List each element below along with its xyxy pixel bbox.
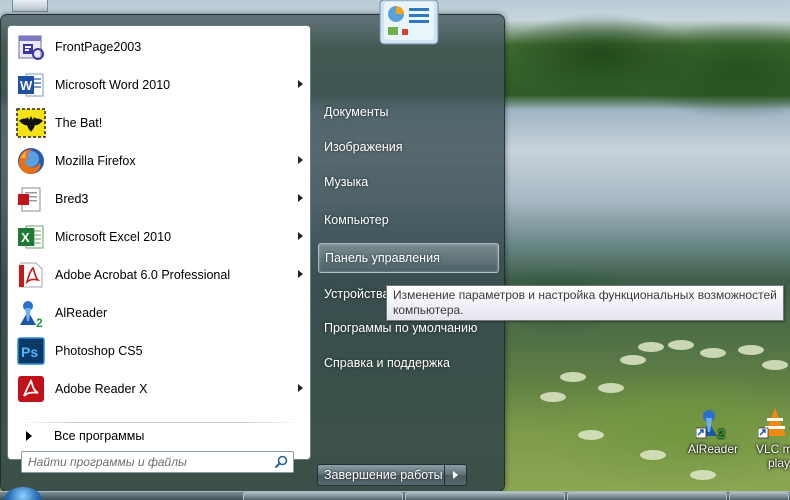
taskbar-button[interactable] <box>405 492 565 500</box>
desktop-icon-vlc[interactable]: VLC m play <box>752 406 790 470</box>
firefox-icon <box>15 145 47 177</box>
link-control-panel[interactable]: Панель управления <box>318 243 499 273</box>
submenu-arrow-icon[interactable] <box>298 156 303 164</box>
svg-text:2: 2 <box>718 427 725 440</box>
desktop-icon-label-line2: play <box>768 456 790 470</box>
program-frontpage[interactable]: FrontPage2003 <box>11 28 307 65</box>
taskbar-button[interactable] <box>243 492 403 500</box>
vlc-shortcut-icon <box>757 406 790 440</box>
desktop-icon-label: AlReader <box>687 442 739 456</box>
shutdown-label: Завершение работы <box>324 468 443 482</box>
acrobat-icon <box>15 259 47 291</box>
link-help-support[interactable]: Справка и поддержка <box>318 348 499 378</box>
program-bred3[interactable]: Bred3 <box>11 180 307 217</box>
link-label: Программы по умолчанию <box>324 321 478 335</box>
desktop-icon-label: VLC m <box>756 442 790 456</box>
taskbar-button[interactable] <box>729 492 789 500</box>
link-label: Музыка <box>324 175 369 189</box>
thebat-icon <box>15 107 47 139</box>
bred3-icon <box>15 183 47 215</box>
search-box[interactable] <box>21 451 294 473</box>
svg-text:X: X <box>21 230 30 245</box>
svg-text:W: W <box>20 78 33 93</box>
search-input[interactable] <box>28 453 273 471</box>
arrow-right-icon <box>26 431 32 441</box>
program-firefox[interactable]: Mozilla Firefox <box>11 142 307 179</box>
submenu-arrow-icon[interactable] <box>298 232 303 240</box>
word-icon: W <box>15 69 47 101</box>
submenu-arrow-icon[interactable] <box>298 384 303 392</box>
program-label: The Bat! <box>55 115 103 130</box>
frontpage-icon <box>15 31 47 63</box>
program-thebat[interactable]: The Bat! <box>11 104 307 141</box>
program-excel[interactable]: X Microsoft Excel 2010 <box>11 218 307 255</box>
link-label: Панель управления <box>325 251 440 265</box>
tooltip: Изменение параметров и настройка функцио… <box>386 285 784 321</box>
arrow-right-icon <box>453 471 458 479</box>
alreader-icon: 2 <box>15 297 47 329</box>
background-window-fragment <box>12 0 48 12</box>
shutdown-options-button[interactable] <box>445 464 467 486</box>
shutdown-button[interactable]: Завершение работы <box>317 464 445 486</box>
submenu-arrow-icon[interactable] <box>298 194 303 202</box>
svg-text:2: 2 <box>36 316 43 328</box>
program-acrobat[interactable]: Adobe Acrobat 6.0 Professional <box>11 256 307 293</box>
link-pictures[interactable]: Изображения <box>318 132 499 162</box>
program-label: Adobe Reader X <box>55 381 148 396</box>
program-alreader[interactable]: 2 AlReader <box>11 294 307 331</box>
program-label: Microsoft Word 2010 <box>55 77 171 92</box>
separator <box>18 422 302 423</box>
taskbar-button[interactable] <box>567 492 727 500</box>
all-programs-button[interactable]: Все программы <box>16 424 304 448</box>
link-label: Документы <box>324 105 389 119</box>
program-label: Photoshop CS5 <box>55 343 143 358</box>
program-label: Mozilla Firefox <box>55 153 136 168</box>
svg-text:Ps: Ps <box>21 344 38 360</box>
program-label: Adobe Acrobat 6.0 Professional <box>55 267 231 282</box>
adobe-reader-icon <box>15 373 47 405</box>
link-documents[interactable]: Документы <box>318 97 499 127</box>
submenu-arrow-icon[interactable] <box>298 80 303 88</box>
desktop-icon-alreader[interactable]: 2 AlReader <box>680 406 746 456</box>
link-label: Справка и поддержка <box>324 356 450 370</box>
tooltip-line: компьютера. <box>393 303 464 317</box>
link-label: Изображения <box>324 140 403 154</box>
programs-panel: FrontPage2003 W Microsoft Word 2010 The … <box>7 25 311 460</box>
search-icon[interactable] <box>274 455 288 469</box>
link-music[interactable]: Музыка <box>318 167 499 197</box>
start-menu: FrontPage2003 W Microsoft Word 2010 The … <box>0 14 505 492</box>
program-photoshop[interactable]: Ps Photoshop CS5 <box>11 332 307 369</box>
program-label: AlReader <box>55 305 108 320</box>
program-adobe-reader[interactable]: Adobe Reader X <box>11 370 307 407</box>
program-word[interactable]: W Microsoft Word 2010 <box>11 66 307 103</box>
program-label: Microsoft Excel 2010 <box>55 229 172 244</box>
control-panel-icon <box>378 0 442 48</box>
excel-icon: X <box>15 221 47 253</box>
submenu-arrow-icon[interactable] <box>298 270 303 278</box>
photoshop-icon: Ps <box>15 335 47 367</box>
link-label: Компьютер <box>324 213 389 227</box>
alreader-shortcut-icon: 2 <box>695 406 730 441</box>
link-computer[interactable]: Компьютер <box>318 205 499 235</box>
link-label: Устройства <box>324 287 390 301</box>
all-programs-label: Все программы <box>54 429 145 443</box>
program-label: FrontPage2003 <box>55 39 142 54</box>
program-label: Bred3 <box>55 191 89 206</box>
tooltip-line: Изменение параметров и настройка функцио… <box>393 288 777 302</box>
